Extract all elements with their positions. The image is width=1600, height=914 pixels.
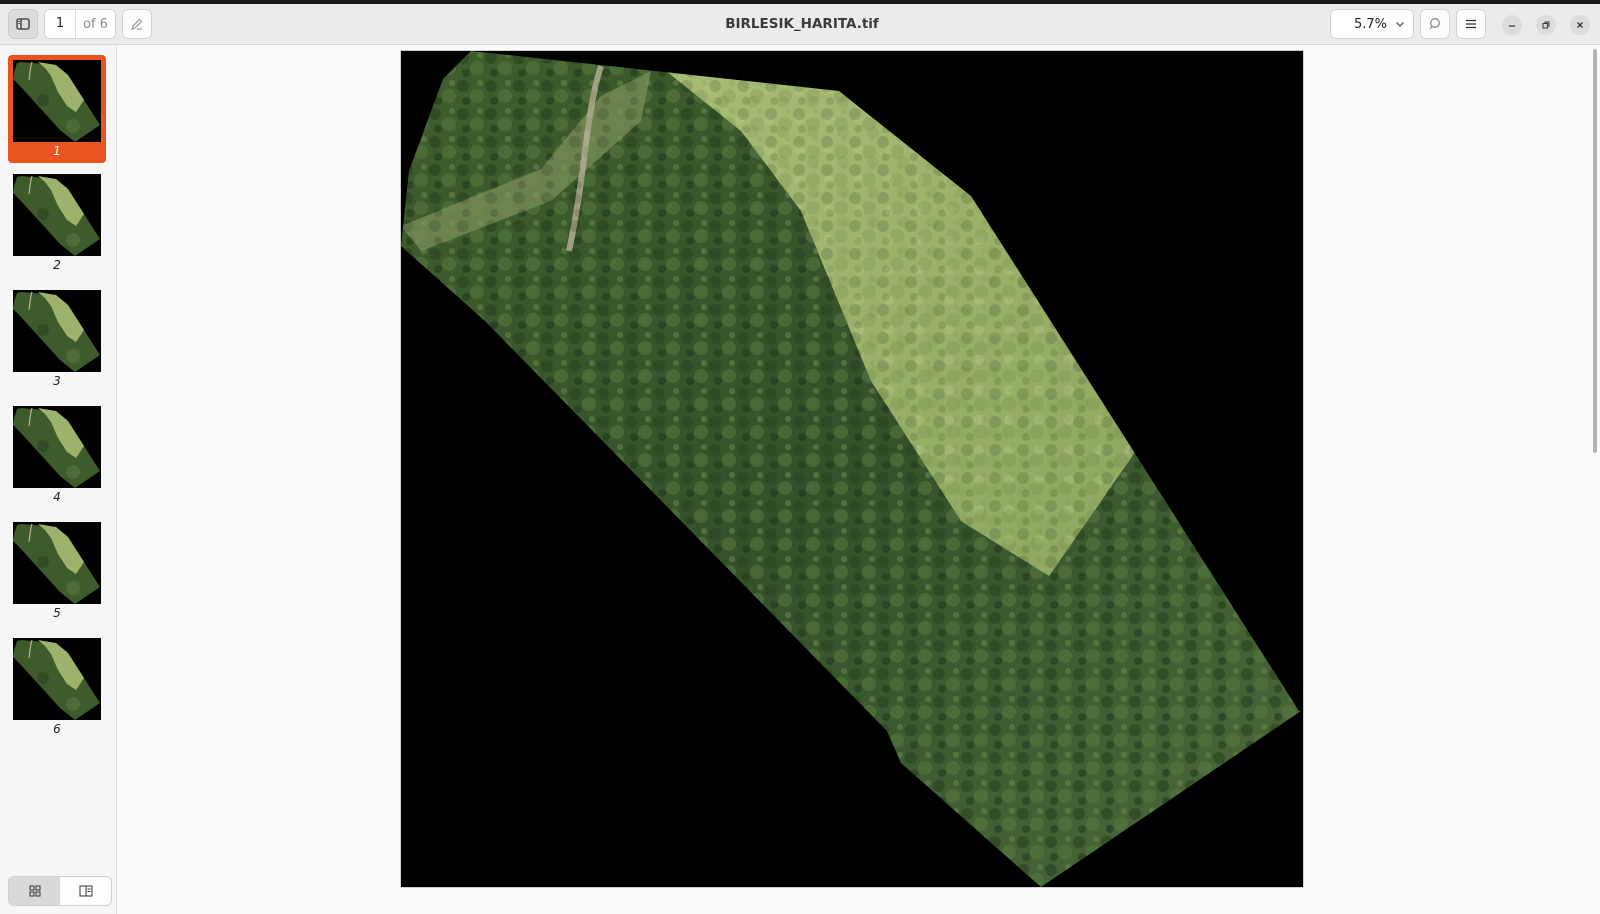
- document-viewer-window: 1 of 6 BIRLESIK_HARITA.tif 5.7% 1 2 3 4 …: [0, 4, 1600, 914]
- page-number-entry[interactable]: 1 of 6: [44, 9, 116, 39]
- thumbnails-view-button[interactable]: [9, 877, 60, 905]
- thumbnail-label: 2: [53, 258, 61, 272]
- thumbnail-image: [13, 174, 101, 256]
- book-outline-icon: [79, 885, 92, 897]
- close-button[interactable]: [1570, 15, 1590, 35]
- sidebar-view-switcher: [8, 876, 112, 906]
- restore-icon: [1542, 21, 1550, 29]
- page-thumbnail[interactable]: 3: [8, 285, 106, 393]
- page-thumbnail[interactable]: 6: [8, 633, 106, 741]
- page-thumbnail[interactable]: 1: [8, 55, 106, 163]
- thumbnail-image: [13, 406, 101, 488]
- thumbnail-sidebar: 1 2 3 4 5 6: [0, 45, 117, 914]
- minimize-button[interactable]: [1502, 15, 1522, 35]
- hamburger-menu-icon: [1466, 19, 1476, 29]
- document-page: [401, 51, 1303, 887]
- restore-button[interactable]: [1536, 15, 1556, 35]
- page-thumbnail[interactable]: 5: [8, 517, 106, 625]
- thumbnail-image: [13, 290, 101, 372]
- thumbnail-label: 5: [53, 606, 61, 620]
- thumbnail-label: 3: [53, 374, 61, 388]
- page-count-label: of 6: [83, 16, 108, 32]
- scrollbar-thumb[interactable]: [1593, 49, 1597, 453]
- zoom-selector[interactable]: 5.7%: [1330, 9, 1414, 39]
- thumbnail-label: 6: [53, 722, 61, 736]
- search-button[interactable]: [1420, 9, 1450, 39]
- page-thumbnail[interactable]: 4: [8, 401, 106, 509]
- zoom-value: 5.7%: [1353, 16, 1387, 32]
- outline-view-button[interactable]: [60, 877, 111, 905]
- document-view[interactable]: [117, 45, 1600, 914]
- aerial-orthophoto-image: [401, 51, 1303, 887]
- header-bar: 1 of 6 BIRLESIK_HARITA.tif 5.7%: [0, 4, 1600, 45]
- current-page-input[interactable]: 1: [45, 10, 76, 38]
- thumbnail-label: 4: [53, 490, 61, 504]
- minimize-icon: [1509, 25, 1515, 27]
- thumbnail-image: [13, 638, 101, 720]
- chevron-down-icon: [1395, 19, 1413, 29]
- thumbnail-label: 1: [53, 144, 61, 158]
- page-thumbnail[interactable]: 2: [8, 169, 106, 277]
- thumbnail-image: [13, 522, 101, 604]
- annotate-button[interactable]: [122, 9, 152, 39]
- sidebar-toggle-button[interactable]: [8, 9, 38, 39]
- close-icon: [1577, 22, 1583, 28]
- pencil-icon: [131, 18, 143, 30]
- thumbnail-image: [13, 60, 101, 142]
- search-icon: [1429, 18, 1440, 30]
- main-menu-button[interactable]: [1456, 9, 1486, 39]
- vertical-scrollbar[interactable]: [1588, 45, 1600, 914]
- sidebar-toggle-icon: [16, 18, 30, 30]
- grid-icon: [29, 885, 40, 897]
- window-title: BIRLESIK_HARITA.tif: [725, 16, 879, 32]
